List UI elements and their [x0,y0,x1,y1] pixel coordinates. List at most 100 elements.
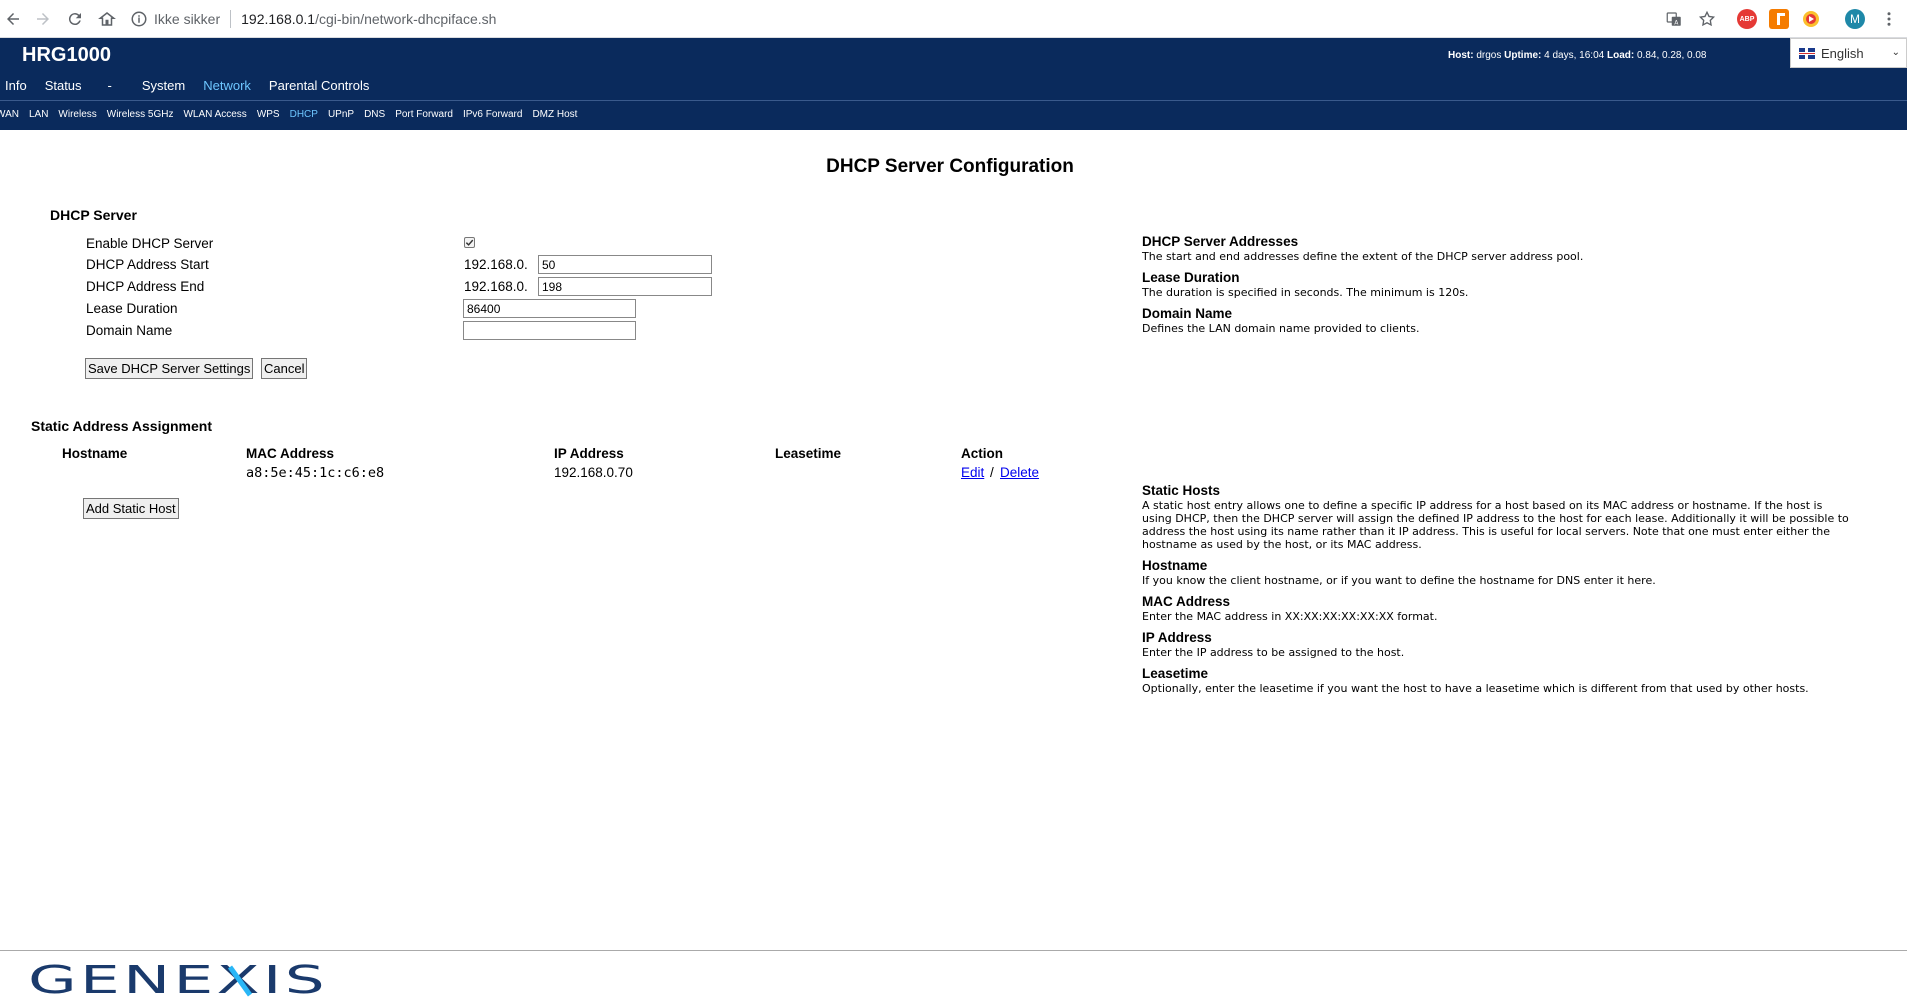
bookmark-star-icon[interactable] [1694,6,1720,32]
delete-link[interactable]: Delete [1000,465,1039,480]
row-ip-address: 192.168.0.70 [554,465,633,480]
help-text-addresses: The start and end addresses define the e… [1142,250,1584,263]
menu-item-dash[interactable]: - [108,78,112,93]
domain-name-label: Domain Name [86,323,173,338]
help-title-domain: Domain Name [1142,306,1233,321]
menu-item-info[interactable]: Info [5,78,27,93]
uptime-value: 4 days, 16:04 [1544,50,1605,61]
browser-toolbar: Ikke sikker 192.168.0.1 /cgi-bin/network… [0,0,1907,38]
column-leasetime: Leasetime [775,446,842,461]
submenu-item-lan[interactable]: LAN [29,109,48,120]
uk-flag-icon [1799,47,1815,59]
action-separator: / [990,465,994,480]
lease-duration-label: Lease Duration [86,301,178,316]
column-mac-address: MAC Address [246,446,335,461]
host-value: drgos [1476,50,1502,61]
checkmark-icon [465,239,474,246]
help-title-hostname: Hostname [1142,558,1208,573]
avatar-letter: M [1850,12,1860,26]
extension-color-icon[interactable] [1801,9,1821,29]
forward-arrow-icon[interactable] [30,6,56,32]
menu-item-system[interactable]: System [142,78,185,93]
dhcp-end-label: DHCP Address End [86,279,205,294]
submenu-item-dhcp[interactable]: DHCP [290,109,318,120]
host-status: Host: drgos Uptime: 4 days, 16:04 Load: … [1448,50,1707,61]
menu-item-parental-controls[interactable]: Parental Controls [269,78,369,93]
submenu-item-wan[interactable]: WAN [0,109,19,120]
enable-dhcp-checkbox[interactable] [464,237,475,248]
help-text-ip: Enter the IP address to be assigned to t… [1142,646,1405,659]
sub-menu: WAN LAN Wireless Wireless 5GHz WLAN Acce… [0,106,587,122]
host-label: Host: [1448,50,1474,61]
submenu-item-dmz-host[interactable]: DMZ Host [532,109,577,120]
submenu-item-upnp[interactable]: UPnP [328,109,354,120]
dhcp-end-prefix: 192.168.0. [464,279,528,294]
save-dhcp-settings-button[interactable]: Save DHCP Server Settings [85,358,254,379]
translate-icon[interactable]: A [1661,6,1687,32]
edit-link[interactable]: Edit [961,465,984,480]
menu-item-status[interactable]: Status [45,78,82,93]
browser-menu-icon[interactable] [1876,6,1902,32]
help-text-lease: The duration is specified in seconds. Th… [1142,286,1469,299]
submenu-item-port-forward[interactable]: Port Forward [395,109,453,120]
chevron-down-icon: ⌄ [1891,47,1900,58]
load-value: 0.84, 0.28, 0.08 [1636,50,1707,61]
static-assignment-heading: Static Address Assignment [31,418,213,434]
help-text-leasetime: Optionally, enter the leasetime if you w… [1142,682,1809,695]
dhcp-start-label: DHCP Address Start [86,257,209,272]
column-hostname: Hostname [62,446,128,461]
home-icon[interactable] [94,6,120,32]
cancel-button[interactable]: Cancel [261,358,308,379]
help-panel-dhcp: DHCP Server Addresses The start and end … [1142,233,1854,335]
add-static-host-button[interactable]: Add Static Host [83,498,179,519]
row-mac-address: a8:5e:45:1c:c6:e8 [246,465,385,481]
enable-dhcp-label: Enable DHCP Server [86,236,214,251]
lease-duration-input[interactable] [463,299,636,318]
submenu-item-wireless[interactable]: Wireless [58,109,96,120]
profile-avatar[interactable]: M [1845,9,1865,29]
info-icon[interactable] [130,10,148,28]
help-title-leasetime: Leasetime [1142,666,1209,681]
dhcp-start-prefix: 192.168.0. [464,257,528,272]
main-menu: Info Status - System Network Parental Co… [0,74,387,96]
language-value: English [1821,45,1864,61]
help-text-hostname: If you know the client hostname, or if y… [1142,574,1656,587]
footer-divider [0,950,1907,951]
submenu-item-wlan-access[interactable]: WLAN Access [183,109,246,120]
url-host[interactable]: 192.168.0.1 [241,11,315,27]
help-text-domain: Defines the LAN domain name provided to … [1142,322,1420,335]
submenu-item-ipv6-forward[interactable]: IPv6 Forward [463,109,522,120]
dhcp-end-input[interactable] [538,277,712,296]
help-text-mac: Enter the MAC address in XX:XX:XX:XX:XX:… [1142,610,1438,623]
url-path[interactable]: /cgi-bin/network-dhcpiface.sh [315,11,496,27]
router-header: HRG1000 Host: drgos Uptime: 4 days, 16:0… [0,38,1907,130]
dhcp-server-heading: DHCP Server [50,207,137,223]
reload-icon[interactable] [62,6,88,32]
back-arrow-icon[interactable] [0,6,26,32]
genexis-logo-text: GENEXIS [28,962,328,998]
submenu-item-wireless-5ghz[interactable]: Wireless 5GHz [107,109,174,120]
load-label: Load: [1606,50,1635,61]
help-panel-static: Static Hosts A static host entry allows … [1142,482,1854,695]
help-title-ip: IP Address [1142,630,1212,645]
domain-name-input[interactable] [463,321,636,340]
genexis-logo: GENEXIS [28,958,333,1002]
menu-divider [0,100,1907,101]
language-select[interactable]: English ⌄ [1790,38,1907,68]
separator [230,10,232,28]
page-title: DHCP Server Configuration [826,156,1074,177]
help-title-lease: Lease Duration [1142,270,1240,285]
help-title-static-hosts: Static Hosts [1142,483,1221,498]
submenu-item-dns[interactable]: DNS [364,109,385,120]
adblock-label: ABP [1739,15,1755,23]
address-bar[interactable]: Ikke sikker 192.168.0.1 /cgi-bin/network… [130,5,1690,33]
security-label[interactable]: Ikke sikker [154,11,220,27]
menu-item-network[interactable]: Network [203,78,251,93]
dhcp-start-input[interactable] [538,255,712,274]
submenu-item-wps[interactable]: WPS [257,109,280,120]
help-title-mac: MAC Address [1142,594,1231,609]
help-text-static-hosts: A static host entry allows one to define… [1142,499,1849,551]
column-ip-address: IP Address [554,446,624,461]
extension-orange-icon[interactable] [1769,9,1789,29]
adblock-icon[interactable]: ABP [1737,9,1757,29]
